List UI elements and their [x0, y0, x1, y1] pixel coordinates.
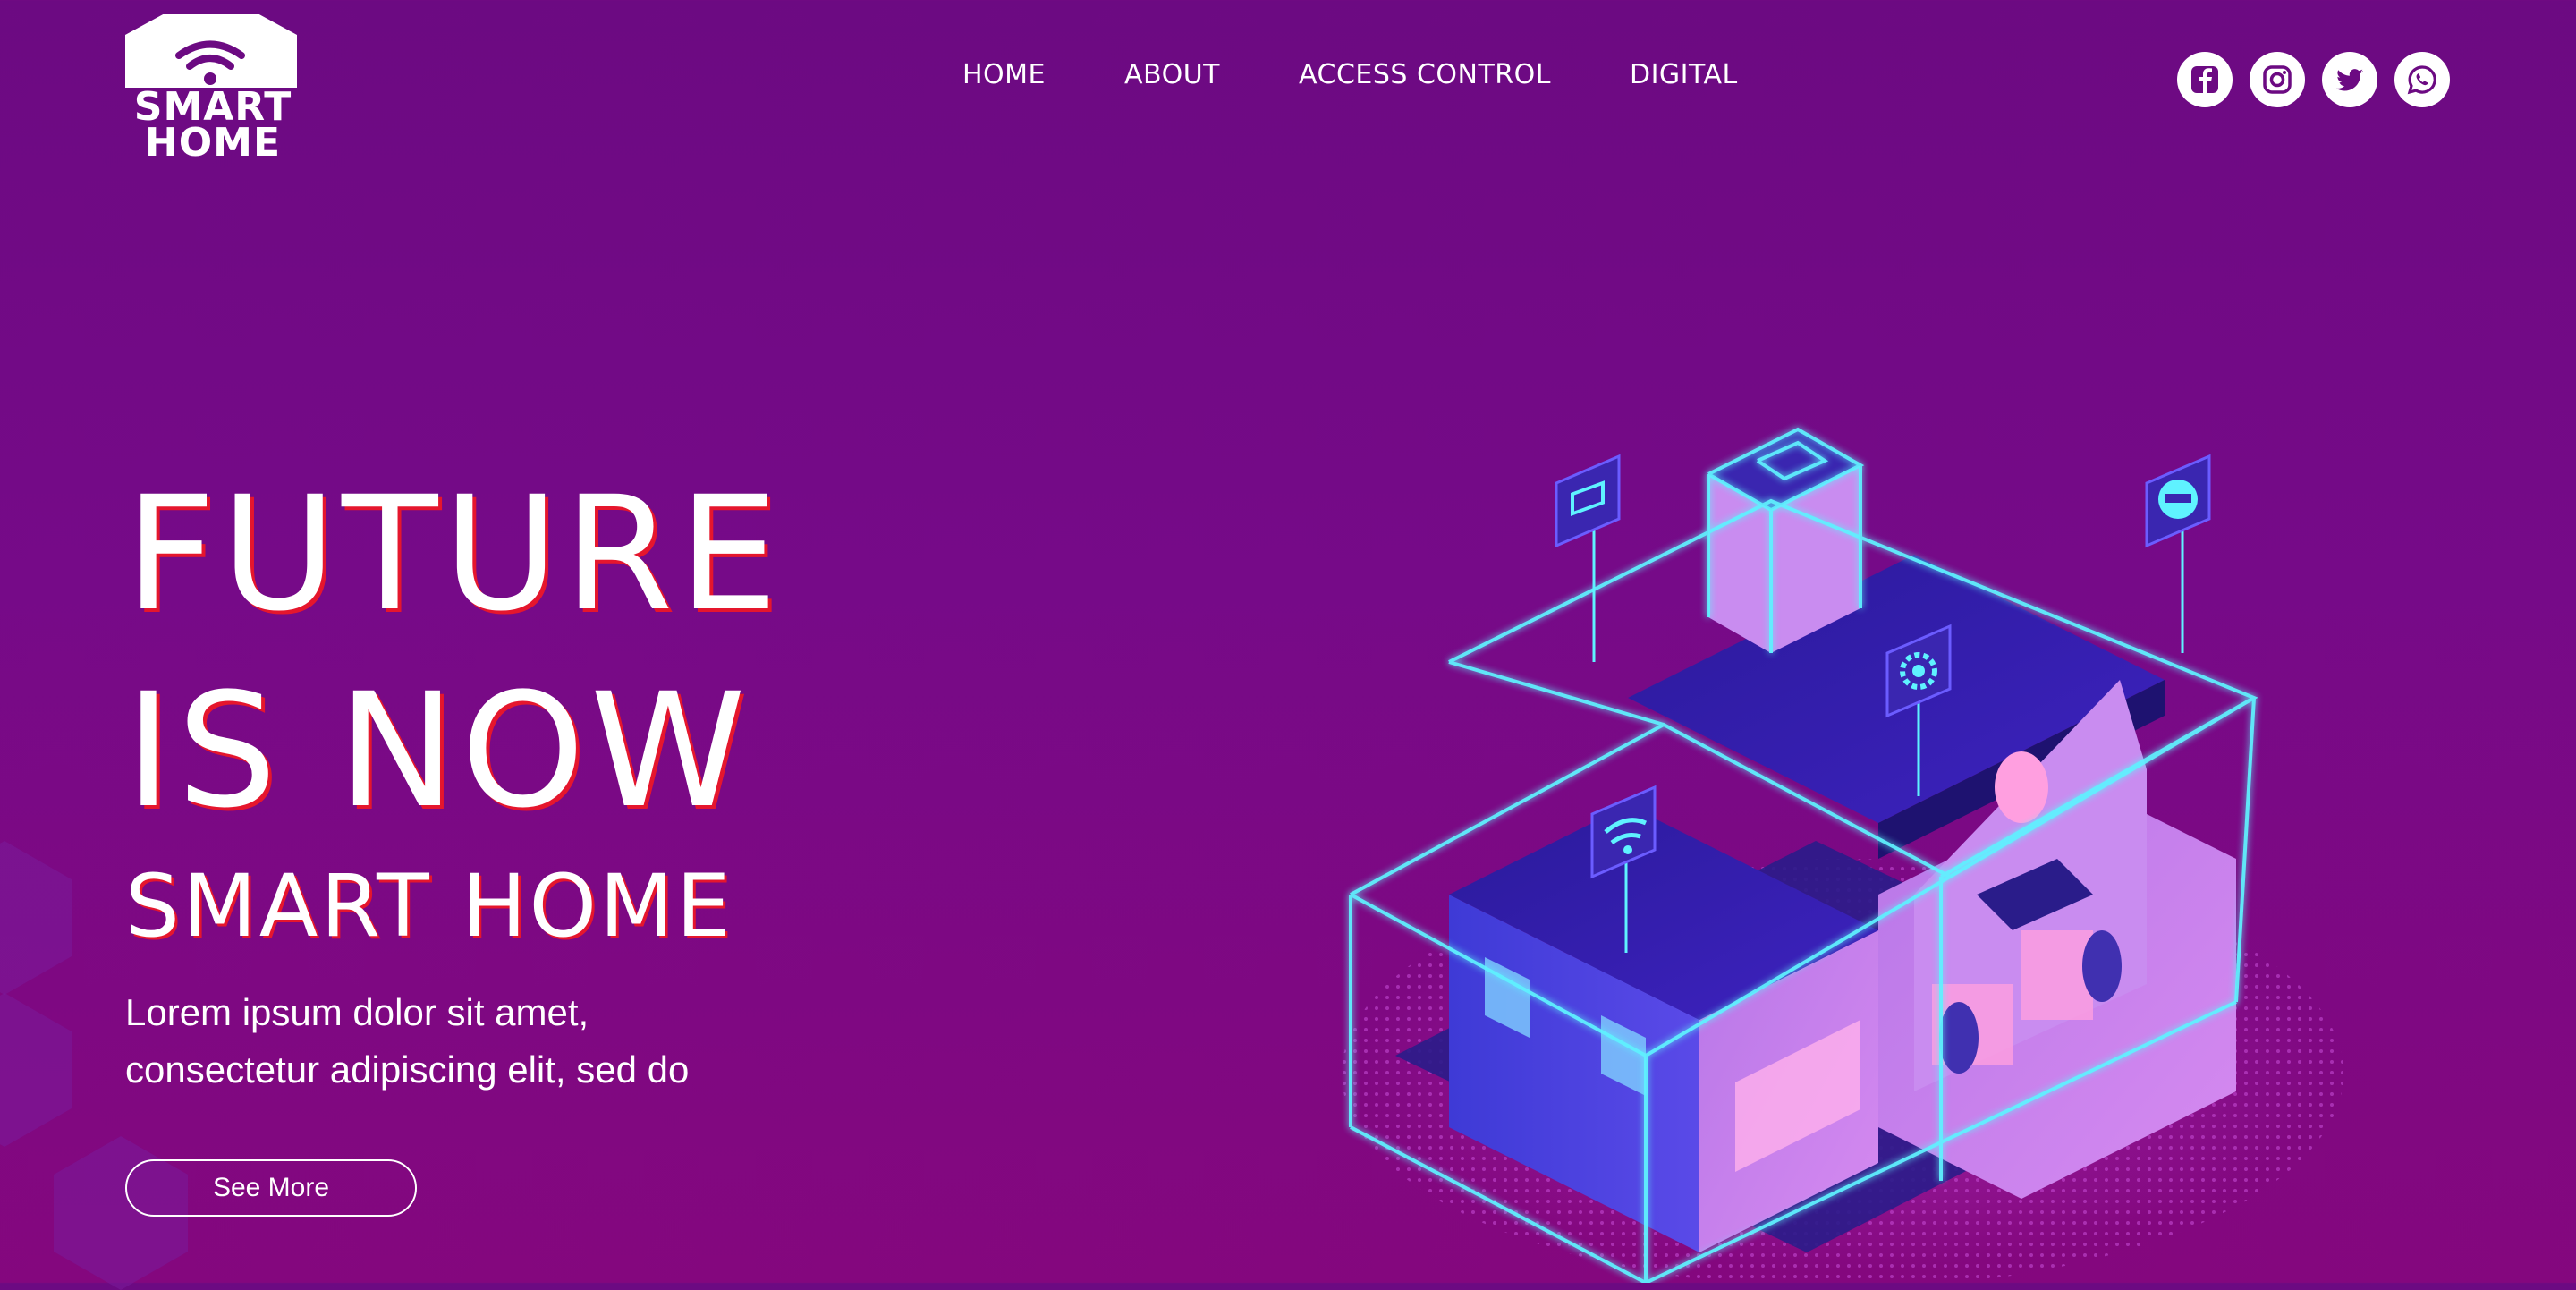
whatsapp-icon[interactable]: [2394, 52, 2450, 107]
background-hexagon: [0, 841, 72, 995]
battery-sign-icon: [1555, 454, 1621, 662]
see-more-button[interactable]: See More: [125, 1159, 417, 1217]
nav-digital[interactable]: DIGITAL: [1630, 59, 1738, 90]
hero-description-line1: Lorem ipsum dolor sit amet,: [125, 991, 589, 1033]
hero-title-line1: FUTURE: [125, 463, 784, 646]
background-hexagon: [0, 993, 72, 1147]
nav-about[interactable]: ABOUT: [1124, 59, 1220, 90]
hero-subtitle: SMART HOME: [125, 856, 733, 956]
facebook-icon[interactable]: [2177, 52, 2233, 107]
hero-description-line2: consectetur adipiscing elit, sed do: [125, 1048, 690, 1091]
nav-home[interactable]: HOME: [962, 59, 1046, 90]
nav-access-control[interactable]: ACCESS CONTROL: [1299, 59, 1551, 90]
main-nav: HOME ABOUT ACCESS CONTROL DIGITAL: [962, 59, 1738, 90]
hero-description: Lorem ipsum dolor sit amet, consectetur …: [125, 984, 930, 1099]
logo[interactable]: SMART HOME: [123, 14, 302, 166]
twitter-icon[interactable]: [2322, 52, 2377, 107]
car-sign-icon: [2145, 454, 2211, 653]
social-links: [2177, 52, 2450, 107]
hero-title-line2: IS NOW: [125, 659, 751, 843]
smart-house-illustration: [1342, 427, 2343, 1283]
instagram-icon[interactable]: [2250, 52, 2305, 107]
logo-text: SMART HOME: [123, 88, 302, 165]
logo-line-home: HOME: [144, 120, 282, 165]
wifi-icon: [175, 40, 245, 85]
